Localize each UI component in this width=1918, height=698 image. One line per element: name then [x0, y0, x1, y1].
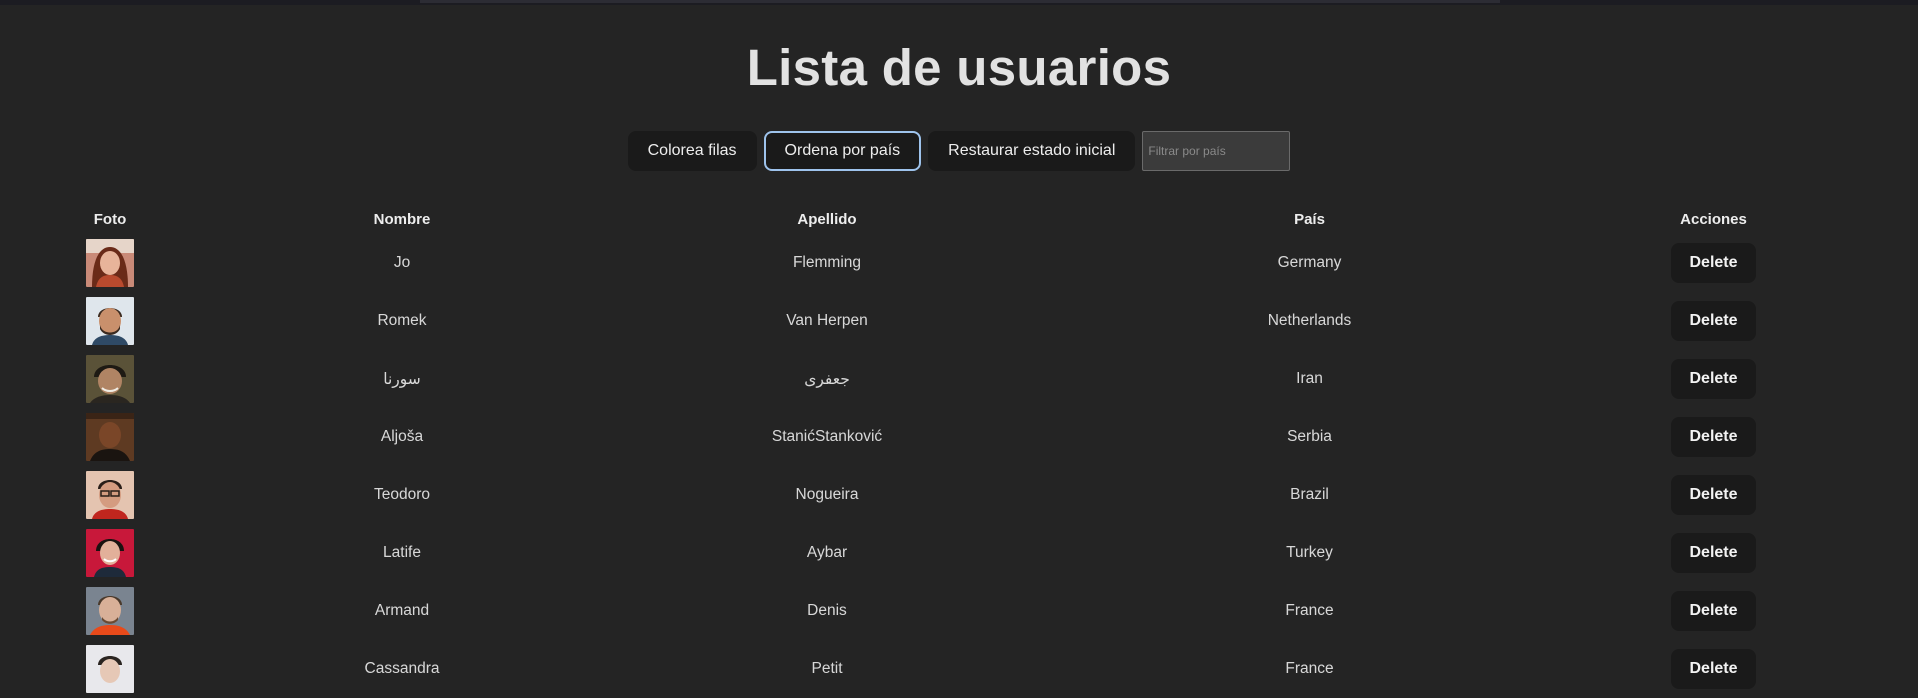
last-name-cell: جعفری — [804, 370, 850, 388]
country-cell: France — [1285, 602, 1334, 619]
header-last-name: Apellido — [797, 210, 857, 228]
photo-cell — [78, 234, 142, 292]
header-first-name: Nombre — [373, 210, 431, 228]
actions-cell: Delete — [1627, 408, 1800, 466]
users-table: Foto Nombre Apellido País Acciones Jo Fl… — [78, 204, 1800, 698]
first-name-cell: Latife — [383, 544, 421, 561]
table-row: Jo Flemming Germany Delete — [78, 234, 1800, 292]
delete-button[interactable]: Delete — [1671, 591, 1756, 631]
avatar — [86, 645, 134, 693]
country-cell: Germany — [1277, 254, 1342, 271]
last-name-cell: Aybar — [806, 544, 848, 561]
delete-button[interactable]: Delete — [1671, 301, 1756, 341]
header-actions: Acciones — [1680, 210, 1747, 228]
last-name-cell: Denis — [807, 602, 847, 619]
first-name-cell: Jo — [393, 254, 411, 271]
first-name-cell: Aljoša — [380, 428, 424, 445]
avatar — [86, 297, 134, 345]
country-cell: Iran — [1296, 370, 1323, 387]
first-name-cell: سورنا — [383, 370, 421, 388]
last-name-cell: StanićStanković — [771, 428, 883, 445]
photo-cell — [78, 640, 142, 698]
table-row: Cassandra Petit France Delete — [78, 640, 1800, 698]
last-name-cell: Flemming — [792, 254, 862, 271]
first-name-cell: Teodoro — [373, 486, 430, 503]
first-name-cell: Cassandra — [364, 660, 440, 677]
actions-cell: Delete — [1627, 350, 1800, 408]
first-name-cell: Romek — [377, 312, 427, 329]
actions-cell: Delete — [1627, 524, 1800, 582]
avatar — [86, 239, 134, 287]
photo-cell — [78, 350, 142, 408]
delete-button[interactable]: Delete — [1671, 533, 1756, 573]
actions-cell: Delete — [1627, 582, 1800, 640]
country-cell: Serbia — [1287, 428, 1332, 445]
delete-button[interactable]: Delete — [1671, 417, 1756, 457]
country-cell: Brazil — [1290, 486, 1329, 503]
table-row: Romek Van Herpen Netherlands Delete — [78, 292, 1800, 350]
delete-button[interactable]: Delete — [1671, 243, 1756, 283]
country-filter-input[interactable] — [1142, 131, 1291, 171]
table-row: سورنا جعفری Iran Delete — [78, 350, 1800, 408]
first-name-cell: Armand — [374, 602, 430, 619]
avatar — [86, 529, 134, 577]
actions-cell: Delete — [1627, 466, 1800, 524]
table-row: Teodoro Nogueira Brazil Delete — [78, 466, 1800, 524]
users-page: Lista de usuarios Colorea filas Ordena p… — [0, 0, 1918, 693]
last-name-cell: Nogueira — [795, 486, 859, 503]
table-row: Aljoša StanićStanković Serbia Delete — [78, 408, 1800, 466]
avatar — [86, 471, 134, 519]
delete-button[interactable]: Delete — [1671, 649, 1756, 689]
actions-cell: Delete — [1627, 292, 1800, 350]
actions-cell: Delete — [1627, 234, 1800, 292]
photo-cell — [78, 582, 142, 640]
last-name-cell: Van Herpen — [786, 312, 868, 329]
avatar — [86, 413, 134, 461]
avatar — [86, 587, 134, 635]
table-header-row: Foto Nombre Apellido País Acciones — [78, 204, 1800, 234]
photo-cell — [78, 524, 142, 582]
table-row: Armand Denis France Delete — [78, 582, 1800, 640]
table-row: Latife Aybar Turkey Delete — [78, 524, 1800, 582]
toolbar: Colorea filas Ordena por país Restaurar … — [0, 130, 1918, 172]
photo-cell — [78, 466, 142, 524]
avatar — [86, 355, 134, 403]
country-cell: Turkey — [1286, 544, 1333, 561]
actions-cell: Delete — [1627, 640, 1800, 698]
page-title: Lista de usuarios — [746, 39, 1172, 96]
header-photo: Foto — [93, 210, 127, 228]
color-rows-button[interactable]: Colorea filas — [627, 131, 757, 171]
country-cell: France — [1285, 660, 1334, 677]
photo-cell — [78, 408, 142, 466]
photo-cell — [78, 292, 142, 350]
reset-state-button[interactable]: Restaurar estado inicial — [928, 131, 1136, 171]
last-name-cell: Petit — [811, 660, 843, 677]
sort-by-country-button[interactable]: Ordena por país — [763, 131, 922, 171]
delete-button[interactable]: Delete — [1671, 359, 1756, 399]
delete-button[interactable]: Delete — [1671, 475, 1756, 515]
header-country: País — [1294, 210, 1325, 228]
country-cell: Netherlands — [1267, 312, 1352, 329]
